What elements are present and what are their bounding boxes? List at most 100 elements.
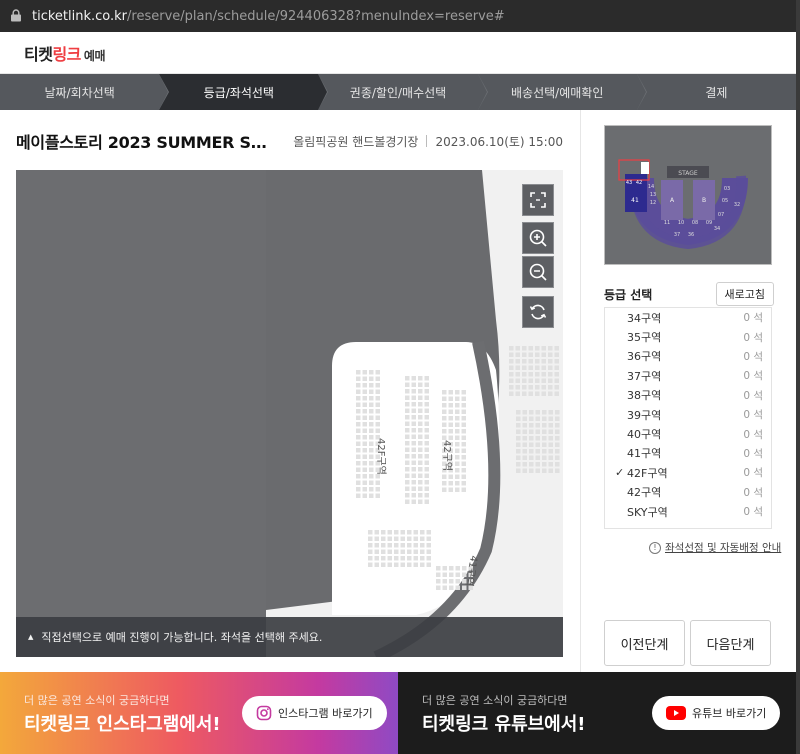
seat[interactable] [375,383,381,388]
seat[interactable] [418,402,423,407]
seat[interactable] [411,499,417,505]
seat[interactable] [375,493,381,499]
seat[interactable] [418,428,423,433]
address-bar[interactable]: ticketlink.co.kr/reserve/plan/schedule/9… [0,0,796,32]
seat[interactable] [375,370,381,375]
seat[interactable] [356,376,361,382]
seat[interactable] [548,410,554,415]
seat[interactable] [362,461,368,466]
seat[interactable] [535,436,541,441]
seat[interactable] [420,562,425,568]
seat[interactable] [448,416,454,421]
seat[interactable] [405,454,410,459]
seat[interactable] [375,415,381,421]
seat[interactable] [548,346,553,351]
refresh-button[interactable]: 새로고침 [715,282,774,306]
seat[interactable] [461,396,467,402]
seat[interactable] [405,493,410,498]
seat[interactable] [542,416,547,422]
seat[interactable] [369,493,374,499]
seat[interactable] [541,365,547,371]
seat[interactable] [374,556,380,561]
seat[interactable] [541,359,547,364]
seat[interactable] [455,416,460,421]
seat[interactable] [442,487,447,493]
seat[interactable] [381,562,386,568]
seat[interactable] [442,396,447,402]
seat[interactable] [455,390,460,395]
seat[interactable] [515,359,521,364]
seat[interactable] [368,556,373,561]
seat[interactable] [369,480,374,486]
seat[interactable] [356,402,361,408]
seat[interactable] [407,556,412,561]
seat[interactable] [529,468,534,474]
seat[interactable] [411,486,417,492]
seat[interactable] [509,391,514,397]
seat[interactable] [418,493,423,498]
seat[interactable] [426,530,432,535]
seat[interactable] [413,556,419,561]
seat[interactable] [424,389,430,394]
seat[interactable] [405,499,410,505]
seat[interactable] [369,454,374,460]
seat[interactable] [418,415,423,420]
seat[interactable] [375,389,381,395]
seat[interactable] [418,434,423,440]
seat[interactable] [542,410,547,415]
seat[interactable] [356,454,361,460]
seat[interactable] [424,467,430,472]
seat[interactable] [424,402,430,407]
seat[interactable] [362,422,368,427]
seat[interactable] [528,346,534,351]
seat[interactable] [405,415,410,420]
fit-screen-button[interactable] [522,184,554,216]
seat[interactable] [516,449,521,454]
seat[interactable] [522,423,528,428]
seat[interactable] [455,403,460,408]
seat[interactable] [424,486,430,492]
seat[interactable] [362,454,368,460]
seat[interactable] [461,422,467,428]
seat[interactable] [555,416,560,422]
seat[interactable] [420,530,425,535]
seat[interactable] [541,385,547,390]
seat[interactable] [381,549,386,555]
seat[interactable] [509,365,514,371]
seat[interactable] [368,562,373,568]
seat[interactable] [436,566,441,571]
seat[interactable] [461,429,467,434]
seat[interactable] [411,441,417,446]
seat[interactable] [442,416,447,421]
seat[interactable] [535,410,541,415]
seat[interactable] [455,468,460,473]
seat[interactable] [424,382,430,388]
seat[interactable] [448,481,454,486]
seat[interactable] [542,449,547,454]
seat[interactable] [424,376,430,381]
seat[interactable] [461,435,467,441]
seat[interactable] [455,481,460,486]
seat[interactable] [515,378,521,384]
seat[interactable] [442,429,447,434]
seat[interactable] [455,487,460,493]
seat[interactable] [442,409,447,415]
seat[interactable] [509,372,514,377]
seat[interactable] [405,376,410,381]
seat[interactable] [448,429,454,434]
seat[interactable] [368,536,373,542]
zone-list[interactable]: 34구역 0 석 35구역 0 석 36구역 0 석 37구역 0 석 38구역 0 석 … [604,307,772,529]
seat[interactable] [515,365,521,371]
seat[interactable] [554,359,560,364]
seat[interactable] [418,441,423,446]
seat[interactable] [356,422,361,427]
seat[interactable] [418,395,423,401]
seat[interactable] [405,421,410,427]
seat[interactable] [405,467,410,472]
seat[interactable] [362,467,368,473]
seat[interactable] [356,415,361,421]
seat[interactable] [424,454,430,459]
prev-step-button[interactable]: 이전단계 [604,620,685,666]
seat[interactable] [356,480,361,486]
seat[interactable] [516,410,521,415]
